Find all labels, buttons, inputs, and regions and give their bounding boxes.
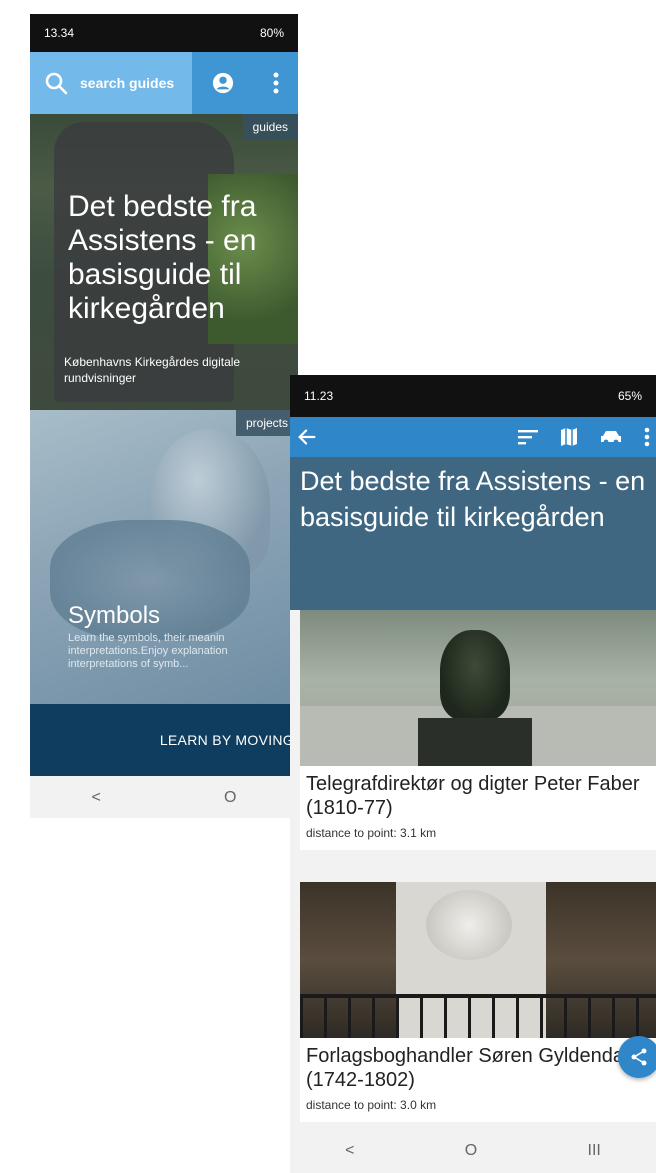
point-photo bbox=[300, 882, 656, 1038]
car-icon[interactable] bbox=[600, 429, 622, 445]
more-vertical-icon[interactable] bbox=[273, 72, 279, 94]
learn-by-moving-banner[interactable]: LEARN BY MOVING bbox=[30, 704, 298, 776]
page-title: Det bedste fra Assistens - en basisguide… bbox=[300, 466, 646, 532]
banner-label: LEARN BY MOVING bbox=[159, 732, 294, 748]
point-photo bbox=[300, 610, 656, 766]
point-title: Telegrafdirektør og digter Peter Faber (… bbox=[306, 773, 640, 819]
pedestal-shape bbox=[418, 718, 532, 766]
sort-icon[interactable] bbox=[518, 428, 538, 446]
search-icon[interactable] bbox=[44, 71, 68, 95]
toolbar-actions bbox=[518, 427, 650, 447]
point-distance: distance to point: 3.0 km bbox=[306, 1098, 437, 1112]
status-time: 13.34 bbox=[44, 26, 75, 40]
project-card[interactable]: projects Symbols Learn the symbols, thei… bbox=[30, 410, 298, 704]
share-icon bbox=[630, 1048, 648, 1066]
more-vertical-icon[interactable] bbox=[644, 427, 650, 447]
nav-home-button[interactable]: O bbox=[465, 1142, 477, 1160]
search-input[interactable]: search guides bbox=[80, 75, 174, 91]
nav-back-button[interactable]: < bbox=[92, 789, 101, 807]
nav-home-button[interactable]: O bbox=[224, 789, 236, 807]
project-title: Symbols bbox=[68, 602, 161, 629]
project-description: Learn the symbols, their meanin interpre… bbox=[68, 632, 228, 670]
list-item[interactable]: Telegrafdirektør og digter Peter Faber (… bbox=[300, 610, 656, 850]
projects-tag: projects bbox=[235, 410, 298, 436]
search-bar: search guides bbox=[30, 52, 298, 114]
points-list: Telegrafdirektør og digter Peter Faber (… bbox=[290, 610, 656, 1130]
status-bar: 11.23 65% bbox=[290, 375, 656, 417]
guide-header-title: Det bedste fra Assistens - en basisguide… bbox=[290, 457, 656, 610]
app-toolbar bbox=[290, 417, 656, 457]
status-time: 11.23 bbox=[304, 389, 334, 403]
point-distance: distance to point: 3.1 km bbox=[306, 826, 437, 840]
guide-title: Det bedste fra Assistens - en basisguide… bbox=[68, 190, 257, 325]
status-battery: 80% bbox=[259, 26, 284, 40]
search-actions bbox=[192, 52, 298, 114]
system-nav-bar: < O III bbox=[290, 1129, 656, 1173]
status-battery: 65% bbox=[617, 389, 642, 403]
list-item[interactable]: Forlagsboghandler Søren Gyldendal (1742-… bbox=[300, 882, 656, 1122]
account-icon[interactable] bbox=[212, 72, 234, 94]
nav-recents-button[interactable]: III bbox=[588, 1142, 601, 1160]
back-arrow-icon[interactable] bbox=[296, 426, 318, 448]
guide-card[interactable]: guides Det bedste fra Assistens - en bas… bbox=[30, 114, 298, 410]
status-bar: 13.34 80% bbox=[30, 14, 298, 52]
system-nav-bar: < O bbox=[30, 776, 298, 818]
medallion-shape bbox=[426, 890, 512, 960]
map-icon[interactable] bbox=[560, 427, 578, 447]
fence-shape bbox=[300, 994, 656, 1038]
phone-screen-home: 13.34 80% search guides guides Det bedst… bbox=[30, 14, 298, 818]
point-title: Forlagsboghandler Søren Gyldendal (1742-… bbox=[306, 1045, 629, 1091]
share-button[interactable] bbox=[618, 1036, 656, 1078]
phone-screen-guide: 11.23 65% Det bedste fra Assistens - en … bbox=[290, 375, 656, 1173]
guides-tag: guides bbox=[242, 114, 298, 140]
nav-back-button[interactable]: < bbox=[345, 1142, 354, 1160]
guide-subtitle: Københavns Kirkegårdes digitale rundvisn… bbox=[64, 355, 241, 385]
bust-shape bbox=[440, 630, 510, 720]
